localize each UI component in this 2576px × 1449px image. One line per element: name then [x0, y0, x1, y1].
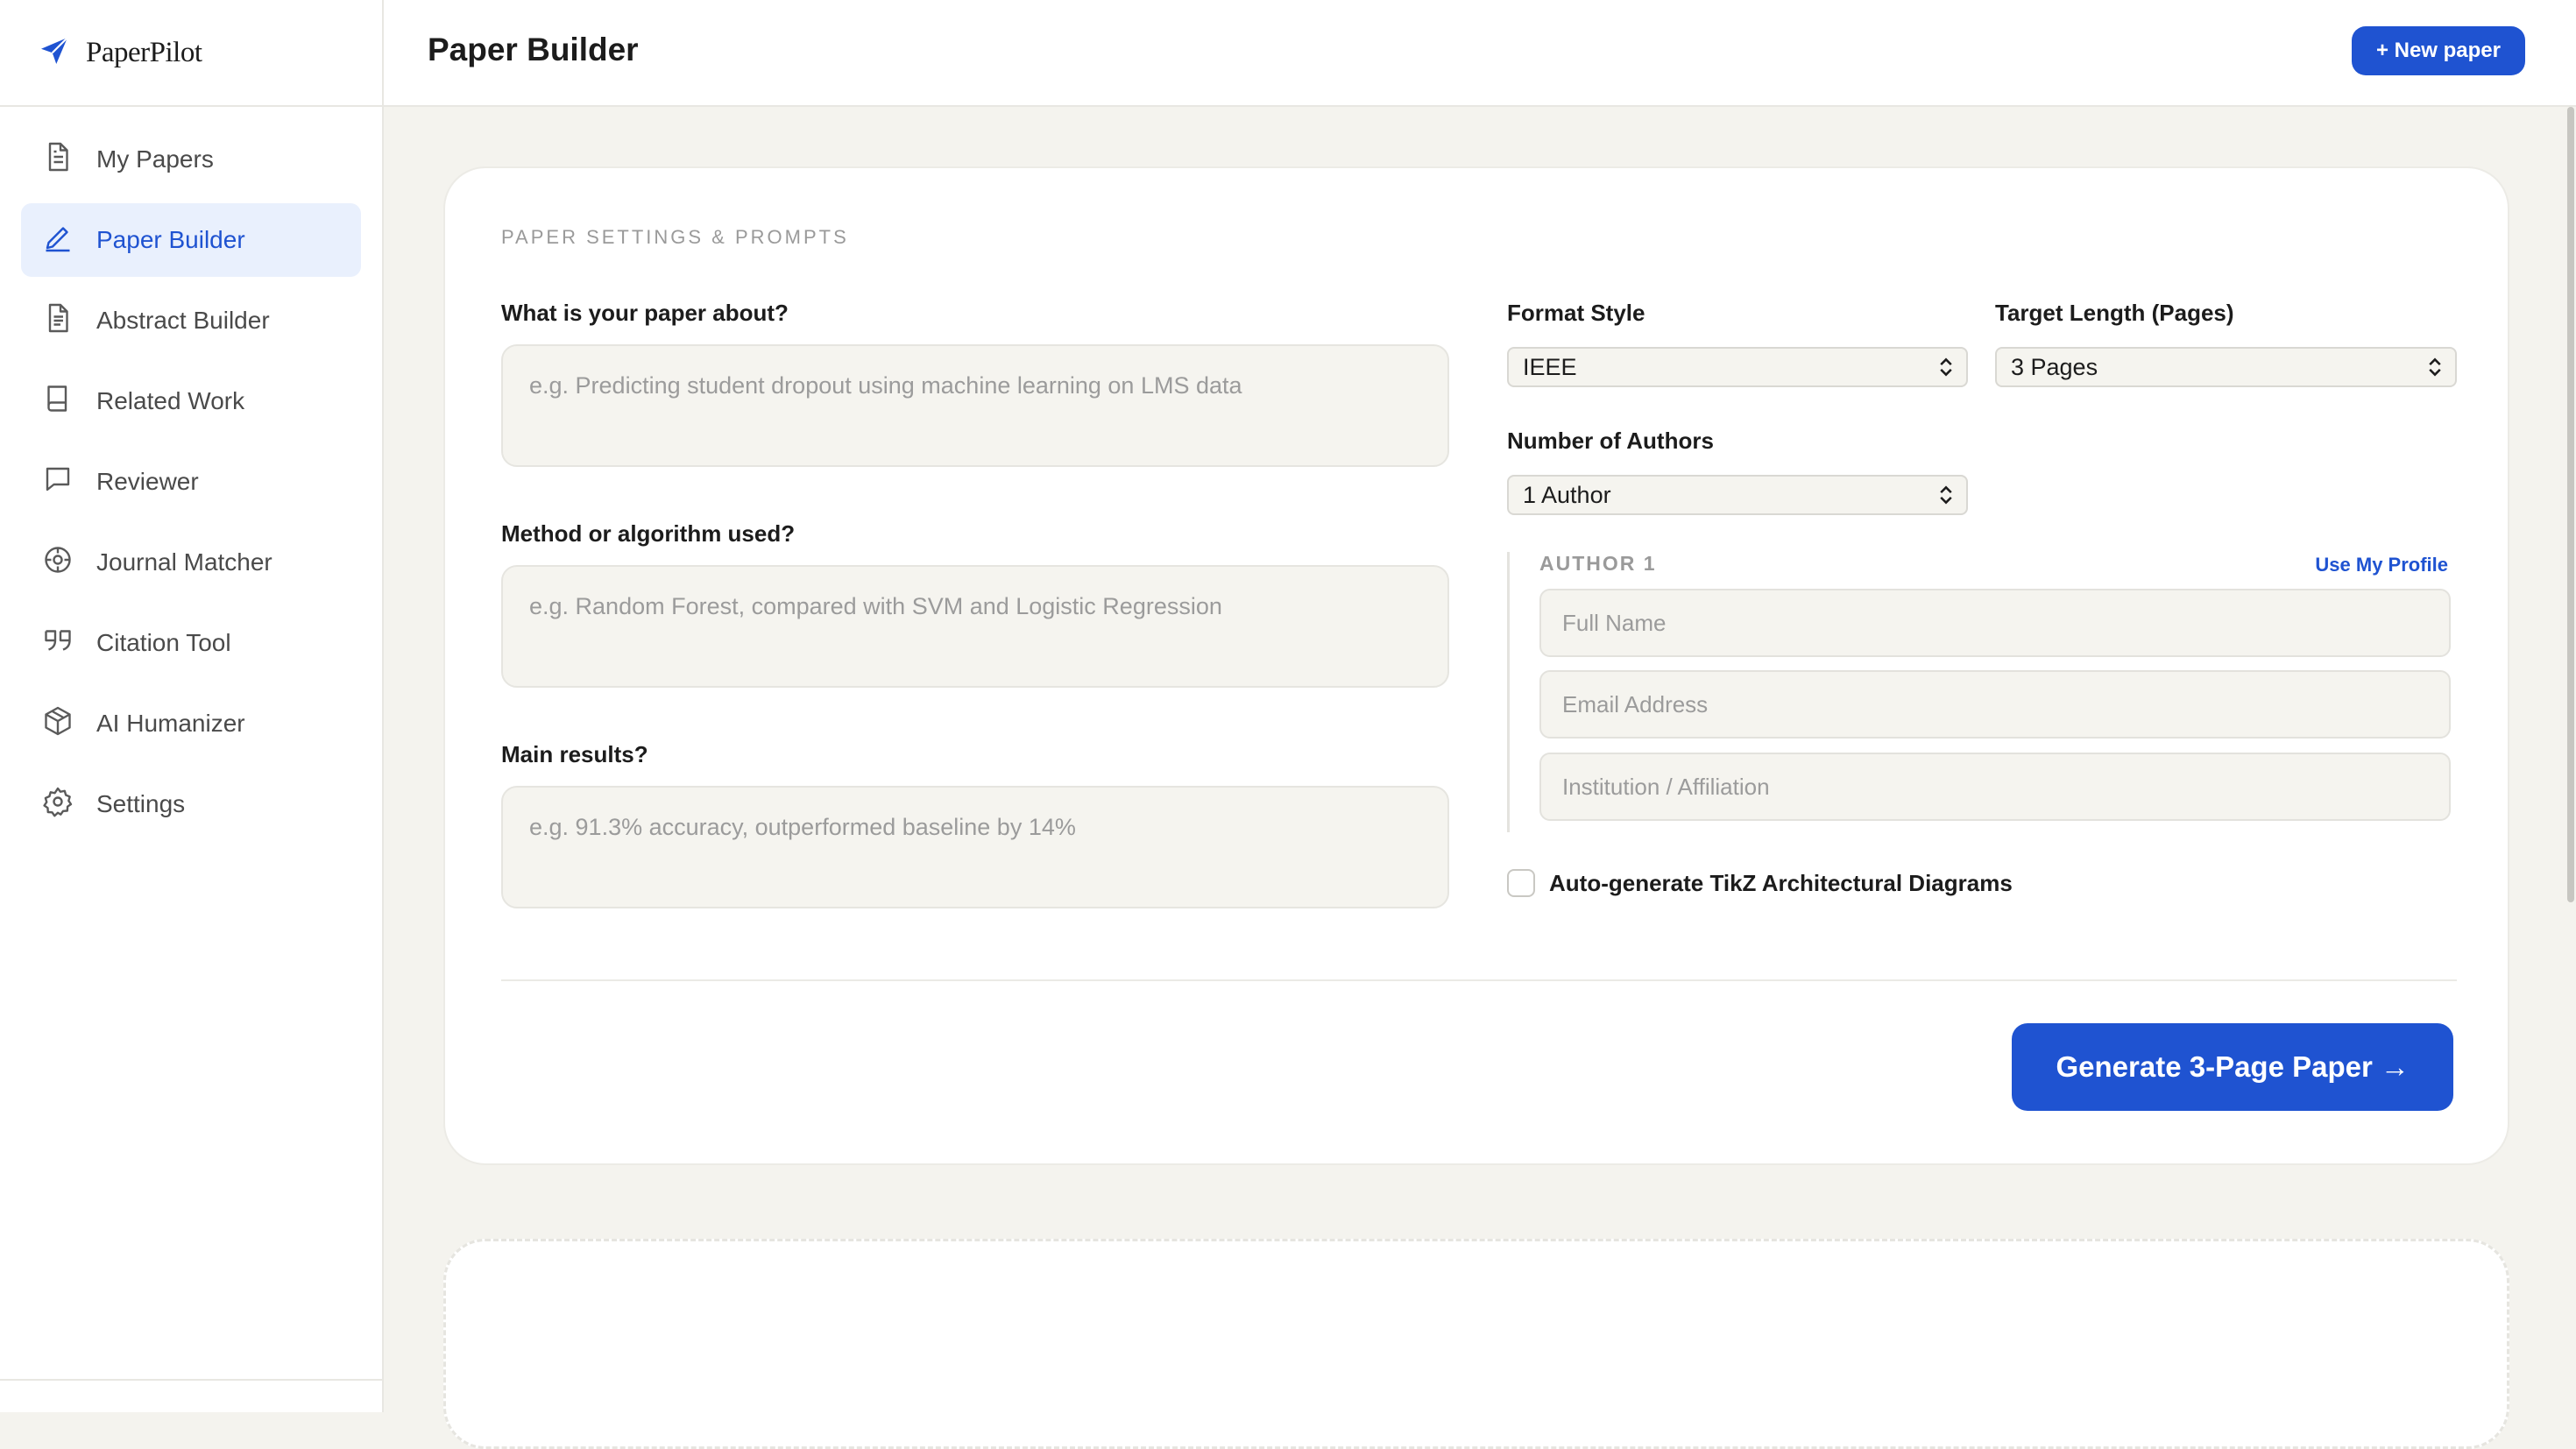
sidebar-item-label: My Papers	[96, 145, 214, 173]
method-label: Method or algorithm used?	[501, 520, 796, 547]
format-style-value: IEEE	[1523, 353, 1577, 380]
sidebar-item-my-papers[interactable]: My Papers	[21, 123, 361, 196]
sidebar-item-label: Paper Builder	[96, 226, 245, 253]
author-full-name-input[interactable]	[1539, 589, 2451, 657]
divider	[501, 979, 2457, 981]
target-length-select[interactable]: 3 Pages	[1995, 347, 2457, 387]
sidebar-nav: My Papers Paper Builder Abstract Builder…	[0, 107, 382, 841]
brand-name: PaperPilot	[86, 36, 202, 68]
sidebar-item-paper-builder[interactable]: Paper Builder	[21, 203, 361, 277]
chevron-updown-icon	[2427, 356, 2443, 378]
sidebar-item-label: Related Work	[96, 387, 245, 414]
sidebar-item-label: AI Humanizer	[96, 710, 245, 737]
page-scrollbar[interactable]	[2565, 107, 2576, 1412]
author-email-input[interactable]	[1539, 670, 2451, 739]
sidebar-item-label: Settings	[96, 790, 186, 817]
results-input[interactable]	[501, 786, 1449, 908]
sidebar-item-related-work[interactable]: Related Work	[21, 364, 361, 438]
authors-count-label: Number of Authors	[1507, 428, 1714, 454]
format-style-label: Format Style	[1507, 300, 1645, 326]
format-style-select[interactable]: IEEE	[1507, 347, 1968, 387]
method-input[interactable]	[501, 565, 1449, 688]
chevron-updown-icon	[1938, 484, 1954, 506]
sidebar-item-label: Journal Matcher	[96, 548, 272, 576]
sidebar-item-ai-humanizer[interactable]: AI Humanizer	[21, 687, 361, 760]
paper-settings-card: PAPER SETTINGS & PROMPTS What is your pa…	[443, 166, 2509, 1165]
authors-count-value: 1 Author	[1523, 481, 1611, 508]
about-label: What is your paper about?	[501, 300, 789, 326]
results-label: Main results?	[501, 741, 648, 767]
book-icon	[42, 383, 74, 421]
tikz-checkbox-label: Auto-generate TikZ Architectural Diagram…	[1549, 869, 2013, 896]
target-icon	[42, 544, 74, 582]
paper-plane-icon	[39, 35, 70, 71]
tikz-checkbox[interactable]	[1507, 869, 1535, 897]
sidebar-item-reviewer[interactable]: Reviewer	[21, 445, 361, 519]
file-text-icon	[42, 141, 74, 179]
quote-icon	[42, 625, 74, 662]
tikz-option[interactable]: Auto-generate TikZ Architectural Diagram…	[1507, 869, 2013, 897]
chevron-updown-icon	[1938, 356, 1954, 378]
brand[interactable]: PaperPilot	[0, 0, 382, 107]
sidebar-item-settings[interactable]: Settings	[21, 767, 361, 841]
target-length-label: Target Length (Pages)	[1995, 300, 2234, 326]
generate-paper-button[interactable]: Generate 3-Page Paper →	[2012, 1023, 2453, 1111]
scrollbar-thumb[interactable]	[2567, 107, 2574, 902]
pencil-icon	[42, 222, 74, 259]
gear-icon	[42, 786, 74, 823]
about-input[interactable]	[501, 344, 1449, 467]
authors-count-select[interactable]: 1 Author	[1507, 475, 1968, 515]
use-my-profile-link[interactable]: Use My Profile	[2315, 554, 2448, 576]
output-placeholder-card	[443, 1239, 2509, 1449]
top-bar: Paper Builder + New paper	[384, 0, 2576, 107]
author-1-title: AUTHOR 1	[1539, 552, 1657, 575]
target-length-value: 3 Pages	[2011, 353, 2098, 380]
author-institution-input[interactable]	[1539, 753, 2451, 821]
sidebar-item-label: Reviewer	[96, 468, 199, 495]
file-lines-icon	[42, 302, 74, 340]
sidebar-item-journal-matcher[interactable]: Journal Matcher	[21, 526, 361, 599]
sidebar-item-abstract-builder[interactable]: Abstract Builder	[21, 284, 361, 357]
sidebar-item-label: Abstract Builder	[96, 307, 270, 334]
sidebar-item-label: Citation Tool	[96, 629, 231, 656]
new-paper-button[interactable]: + New paper	[2351, 26, 2525, 75]
section-label: PAPER SETTINGS & PROMPTS	[501, 226, 849, 248]
message-square-icon	[42, 463, 74, 501]
cube-icon	[42, 705, 74, 743]
sidebar: PaperPilot My Papers Paper Builder Abstr…	[0, 0, 384, 1412]
author-1-block: AUTHOR 1 Use My Profile	[1507, 552, 2451, 832]
sidebar-footer	[0, 1379, 382, 1412]
sidebar-item-citation-tool[interactable]: Citation Tool	[21, 606, 361, 680]
page-title: Paper Builder	[428, 32, 639, 67]
